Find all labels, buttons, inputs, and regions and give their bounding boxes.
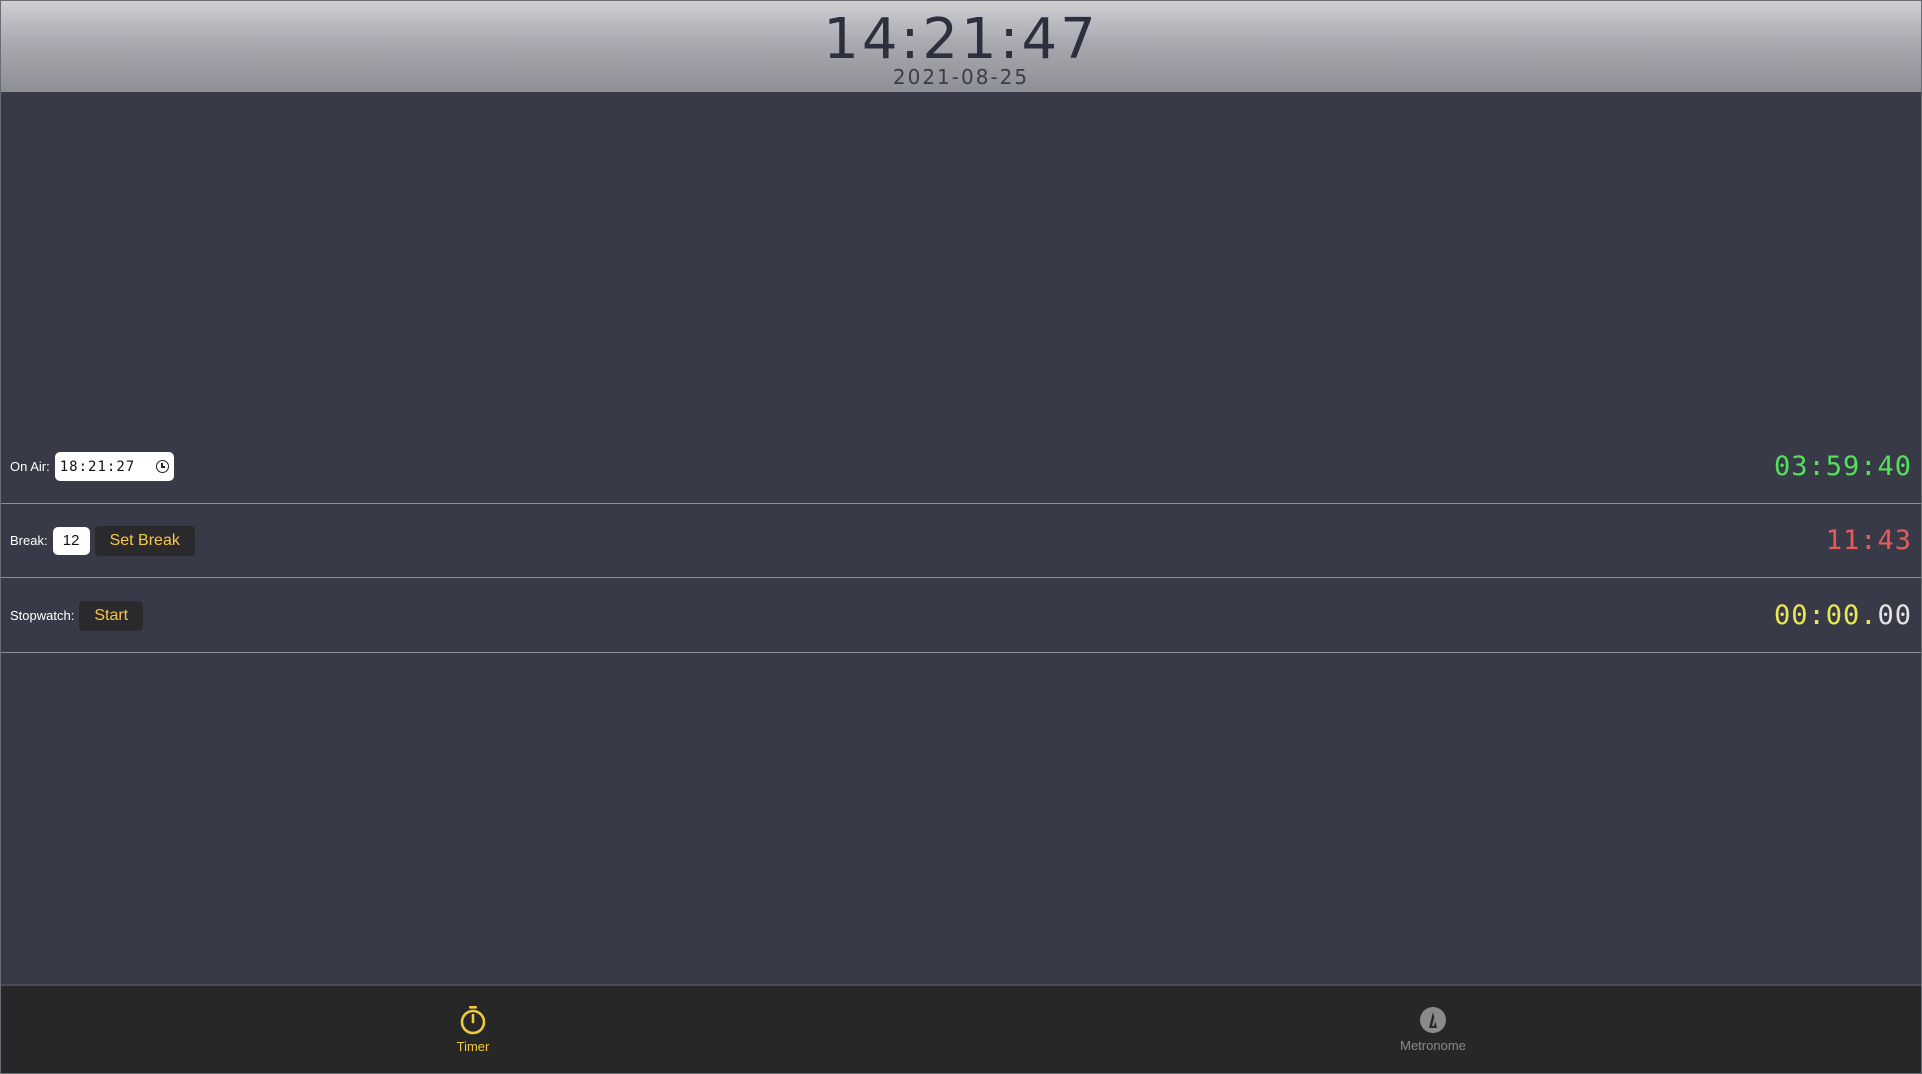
clock-icon[interactable] xyxy=(155,460,169,473)
on-air-label: On Air: xyxy=(10,459,50,474)
on-air-time-value: 18:21:27 xyxy=(59,458,136,475)
set-break-button[interactable]: Set Break xyxy=(94,525,195,556)
metronome-icon xyxy=(1420,1007,1446,1033)
clock-header: 14:21:47 2021-08-25 xyxy=(1,1,1921,92)
stopwatch-readout: 00:00.00 xyxy=(1774,600,1912,631)
stopwatch-label: Stopwatch: xyxy=(10,608,75,623)
stopwatch-row: Stopwatch: Start 00:00.00 xyxy=(1,579,1921,653)
break-row: Break: 12 Set Break 11:43 xyxy=(1,504,1921,578)
on-air-row: On Air: 18:21:27 03:59:40 xyxy=(1,430,1921,504)
stopwatch-icon xyxy=(460,1006,486,1035)
break-minutes-input[interactable]: 12 xyxy=(52,526,90,555)
stopwatch-time-fraction: 00 xyxy=(1877,600,1912,631)
tab-timer-label: Timer xyxy=(456,1039,490,1054)
on-air-time-input[interactable]: 18:21:27 xyxy=(54,452,174,481)
current-date: 2021-08-25 xyxy=(892,65,1030,89)
break-countdown: 11:43 xyxy=(1825,525,1912,556)
bottom-tab-bar: Timer Metronome xyxy=(1,984,1921,1073)
timer-app: 14:21:47 2021-08-25 On Air: 18:21:27 03:… xyxy=(0,0,1922,1074)
stopwatch-start-button[interactable]: Start xyxy=(79,600,144,631)
current-time: 14:21:47 xyxy=(823,7,1099,72)
tab-metronome-label: Metronome xyxy=(1400,1038,1466,1053)
stopwatch-time-main: 00:00. xyxy=(1773,600,1878,631)
tab-timer[interactable]: Timer xyxy=(393,986,553,1073)
on-air-countdown: 03:59:40 xyxy=(1773,451,1912,482)
break-label: Break: xyxy=(10,533,48,548)
tab-metronome[interactable]: Metronome xyxy=(1353,986,1513,1073)
